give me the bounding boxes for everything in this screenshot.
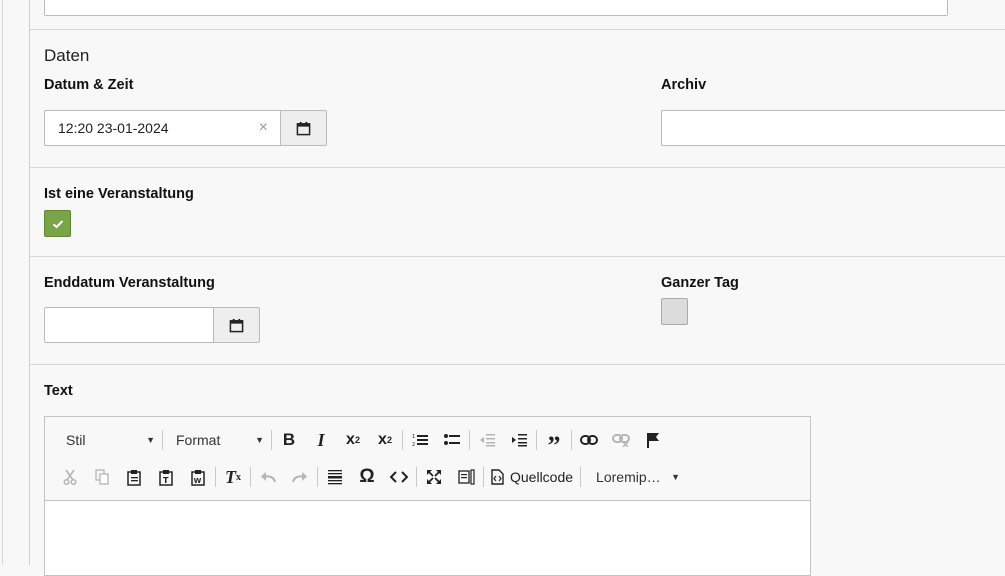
toolbar-separator (162, 430, 163, 450)
remove-format-icon[interactable]: Tx (217, 463, 249, 491)
editor-toolbar: Stil ▼ Format ▼ B I x2 x2 12 ” T W T x Ω… (45, 417, 810, 501)
code-icon[interactable] (383, 463, 415, 491)
allday-checkbox[interactable] (661, 298, 688, 325)
bold-icon[interactable]: B (273, 426, 305, 454)
style-combo-label: Stil (66, 432, 86, 448)
svg-text:T: T (163, 476, 169, 485)
chevron-down-icon: ▼ (671, 472, 681, 482)
datetime-calendar-button[interactable] (280, 110, 327, 146)
copy-icon[interactable] (86, 463, 118, 491)
datetime-input[interactable]: 12:20 23-01-2024 × (44, 110, 281, 146)
bulleted-list-icon[interactable] (436, 426, 468, 454)
toolbar-separator (416, 467, 417, 487)
toolbar-separator (571, 430, 572, 450)
enddate-label: Enddatum Veranstaltung (44, 275, 215, 291)
svg-text:1: 1 (412, 434, 415, 440)
paste-text-icon[interactable]: T (150, 463, 182, 491)
left-rail (0, 0, 30, 565)
format-combo-label: Format (176, 432, 221, 448)
source-button[interactable]: Quellcode (485, 463, 579, 491)
allday-label: Ganzer Tag (661, 275, 739, 291)
toolbar-separator (580, 467, 582, 487)
format-combo[interactable]: Format ▼ (164, 426, 270, 454)
horizontal-line-icon[interactable] (319, 463, 351, 491)
blockquote-icon[interactable]: ” (538, 426, 570, 460)
enddate-calendar-button[interactable] (213, 307, 260, 343)
indent-icon[interactable] (503, 426, 535, 454)
lorem-combo-label: Loremip… (596, 469, 661, 485)
toolbar-row-1: Stil ▼ Format ▼ B I x2 x2 12 ” (45, 422, 810, 460)
toolbar-separator (469, 430, 470, 450)
show-blocks-icon[interactable] (450, 463, 482, 491)
paste-icon[interactable] (118, 463, 150, 491)
is-event-checkbox[interactable] (44, 210, 71, 237)
check-icon (52, 219, 63, 228)
enddate-input[interactable] (44, 307, 214, 343)
section-divider (30, 256, 1005, 257)
outdent-icon[interactable] (471, 426, 503, 454)
section-divider (30, 364, 1005, 365)
toolbar-separator (250, 467, 251, 487)
style-combo[interactable]: Stil ▼ (45, 426, 161, 454)
paste-word-icon[interactable]: W (182, 463, 214, 491)
undo-icon[interactable] (252, 463, 284, 491)
calendar-icon (229, 318, 244, 332)
chevron-down-icon: ▼ (255, 435, 264, 445)
is-event-label: Ist eine Veranstaltung (44, 186, 194, 202)
rich-text-editor[interactable]: Stil ▼ Format ▼ B I x2 x2 12 ” T W T x Ω… (44, 416, 811, 576)
section-divider (30, 29, 1005, 30)
toolbar-separator (317, 467, 318, 487)
anchor-flag-icon[interactable] (637, 426, 669, 454)
toolbar-separator (271, 430, 272, 450)
toolbar-separator (402, 430, 403, 450)
special-char-icon[interactable]: Ω (351, 463, 383, 491)
source-icon (491, 469, 504, 485)
toolbar-separator (215, 467, 216, 487)
datetime-value: 12:20 23-01-2024 (58, 120, 169, 136)
previous-field-input[interactable] (44, 0, 948, 16)
redo-icon[interactable] (284, 463, 316, 491)
chevron-down-icon: ▼ (146, 435, 155, 445)
maximize-icon[interactable] (418, 463, 450, 491)
svg-text:W: W (194, 477, 202, 485)
text-label: Text (44, 383, 73, 399)
toolbar-separator (483, 467, 484, 487)
lorem-ipsum-combo[interactable]: Loremip… ▼ (582, 463, 686, 491)
clear-icon[interactable]: × (259, 119, 268, 137)
superscript-icon[interactable]: x2 (369, 426, 401, 454)
archiv-input[interactable] (661, 110, 1005, 146)
toolbar-separator (536, 430, 537, 450)
section-divider (30, 167, 1005, 168)
archiv-label: Archiv (661, 77, 707, 93)
section-title-daten: Daten (44, 46, 90, 65)
subscript-icon[interactable]: x2 (337, 426, 369, 454)
datetime-label: Datum & Zeit (44, 77, 134, 93)
cut-icon[interactable] (54, 463, 86, 491)
link-icon[interactable] (573, 426, 605, 454)
numbered-list-icon[interactable]: 12 (404, 426, 436, 454)
source-label: Quellcode (510, 469, 574, 485)
svg-text:2: 2 (412, 442, 415, 447)
unlink-icon[interactable] (605, 426, 637, 454)
toolbar-row-2: T W Tx Ω Quellcode Loremip… ▼ (45, 459, 810, 495)
calendar-icon (296, 121, 311, 135)
italic-icon[interactable]: I (305, 426, 337, 454)
